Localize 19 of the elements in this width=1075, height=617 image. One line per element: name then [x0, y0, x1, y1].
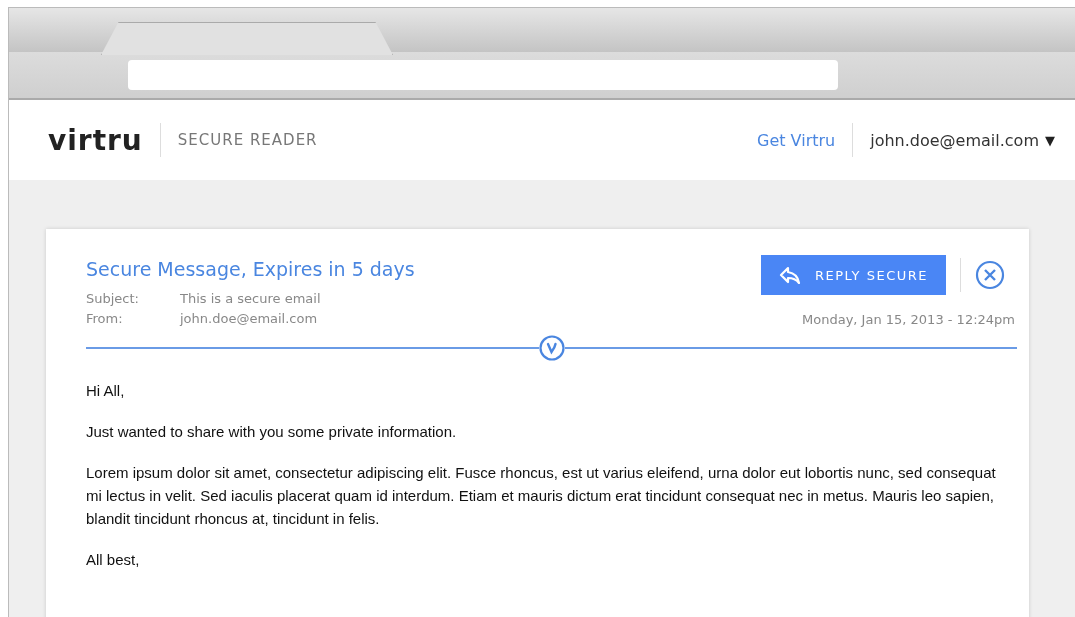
field-value: john.doe@email.com: [180, 310, 318, 328]
get-virtru-link[interactable]: Get Virtru: [757, 130, 836, 150]
message-paragraph: Hi All,: [86, 381, 126, 401]
section-title: SECURE READER: [177, 131, 318, 149]
field-label: From:: [86, 310, 124, 328]
message-paragraph: Lorem ipsum dolor sit amet, consectetur adipiscing elit. Fusce rhoncus, est ut varius eleifend, urna dolor eut lobortis nunc, sed consequat mi lectus in velit. Sed iaculis placerat quam id interdum. Etiam et mauris dictum erat tincidunt consequat nec in metus. Mauris leo sapien, blandit tincidunt rhoncus at, tincidunt in felis.: [86, 463, 997, 529]
message-paragraph: Just wanted to share with you some private information.: [86, 422, 458, 442]
logo: virtru: [48, 123, 143, 157]
close-icon[interactable]: [975, 260, 1005, 290]
reply-icon: [779, 266, 801, 284]
caret-icon[interactable]: ▼: [1045, 132, 1055, 148]
address-bar[interactable]: [128, 60, 838, 90]
message-paragraph: All best,: [86, 550, 141, 570]
account-menu[interactable]: john.doe@email.com: [870, 130, 1039, 150]
message-title: Secure Message, Expires in 5 days: [86, 258, 415, 280]
field-value: This is a secure email: [180, 290, 321, 308]
shield-v-icon: [538, 335, 565, 361]
message-date: Monday, Jan 15, 2013 - 12:24pm: [802, 312, 1016, 327]
field-label: Subject:: [86, 290, 140, 308]
